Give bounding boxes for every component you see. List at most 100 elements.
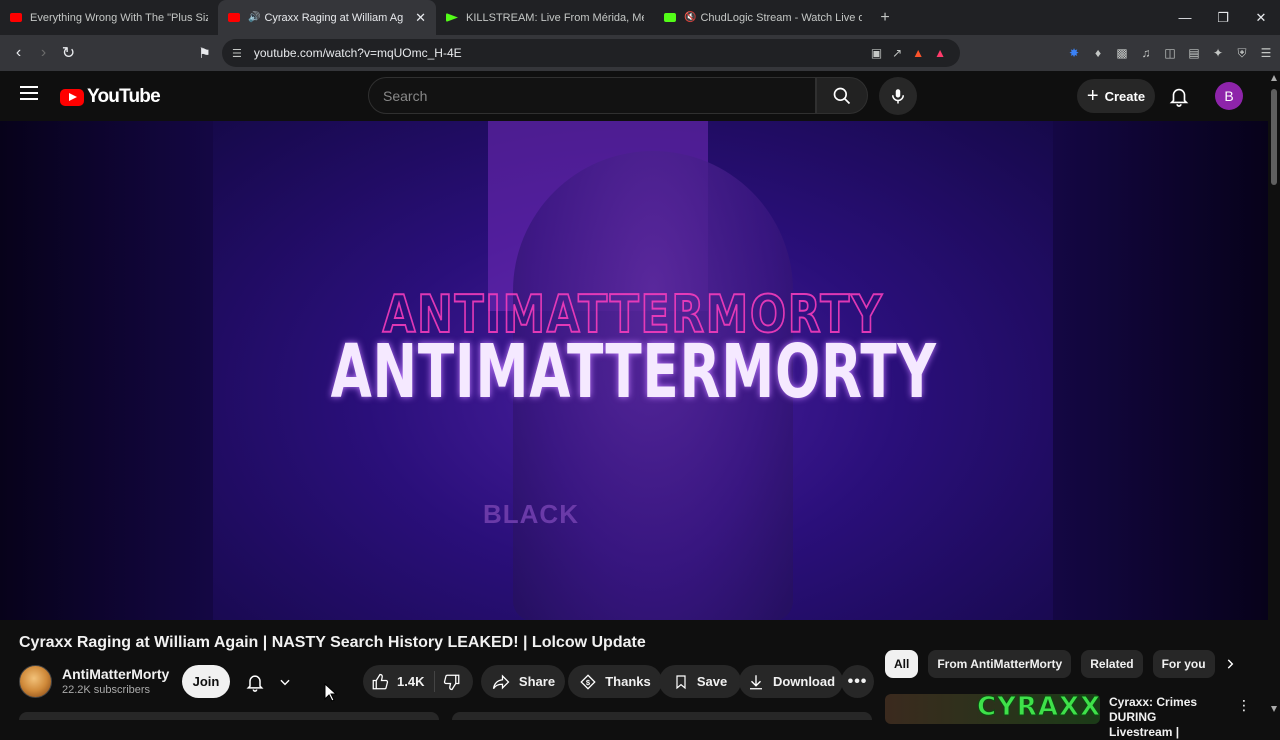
youtube-favicon-icon bbox=[228, 13, 240, 22]
search-button[interactable] bbox=[816, 77, 868, 114]
chip-for-you[interactable]: For you bbox=[1152, 650, 1215, 678]
forward-icon[interactable]: › bbox=[31, 44, 56, 62]
kick-favicon-icon bbox=[664, 13, 676, 22]
tab-title: Cyraxx Raging at William Ag bbox=[264, 11, 404, 24]
youtube-header: YouTube + Create B bbox=[0, 71, 1280, 121]
extensions-icon[interactable]: ♦ bbox=[1090, 46, 1106, 60]
vpn-shield-icon[interactable]: ⛨ bbox=[1234, 46, 1250, 61]
page-scrollbar[interactable] bbox=[1268, 71, 1280, 720]
guide-menu-icon[interactable] bbox=[20, 86, 38, 100]
video-frame[interactable]: ANTIMATTERMORTY ANTIMATTERMORTY BLACK bbox=[213, 121, 1053, 620]
notifications-button[interactable] bbox=[1168, 84, 1190, 113]
chevron-down-icon bbox=[279, 679, 290, 685]
join-button[interactable]: Join bbox=[182, 665, 230, 698]
close-window-icon[interactable]: ✕ bbox=[1242, 10, 1280, 26]
leo-icon[interactable]: ✦ bbox=[1210, 46, 1226, 60]
youtube-favicon-icon bbox=[10, 13, 22, 22]
minimize-icon[interactable]: — bbox=[1166, 10, 1204, 25]
more-horizontal-icon: ••• bbox=[847, 672, 868, 690]
bookmark-icon[interactable]: ⚑ bbox=[192, 45, 217, 62]
search-input[interactable] bbox=[369, 78, 815, 113]
browser-tab-3[interactable]: KILLSTREAM: Live From Mérida, Mex bbox=[436, 0, 654, 35]
subscription-notifications-button[interactable] bbox=[238, 665, 298, 698]
description-box-edge bbox=[19, 712, 439, 720]
tab-title: ChudLogic Stream - Watch Live o bbox=[700, 11, 862, 24]
scrollbar-thumb[interactable] bbox=[1271, 89, 1277, 185]
bookmark-icon bbox=[676, 674, 686, 689]
save-button[interactable]: Save bbox=[659, 665, 741, 698]
menu-icon[interactable]: ☰ bbox=[1258, 46, 1274, 60]
reload-icon[interactable]: ↻ bbox=[56, 43, 81, 63]
muted-speaker-icon[interactable]: 🔇 bbox=[684, 12, 696, 23]
search-box[interactable] bbox=[368, 77, 816, 114]
address-bar[interactable]: ☰ youtube.com/watch?v=mqUOmc_H-4E ▣ ↗ ▲ … bbox=[222, 39, 960, 67]
scroll-down-icon[interactable] bbox=[1271, 706, 1277, 712]
search-icon bbox=[833, 87, 851, 104]
player-letterbox-right bbox=[1053, 121, 1268, 620]
thanks-label: Thanks bbox=[605, 674, 651, 689]
chevron-right-icon bbox=[1227, 659, 1234, 669]
site-info-icon[interactable]: ☰ bbox=[232, 47, 242, 60]
like-count: 1.4K bbox=[397, 674, 425, 689]
brand-text: ANTIMATTERMORTY bbox=[330, 329, 937, 415]
youtube-play-icon bbox=[60, 88, 84, 106]
media-icon[interactable]: ♫ bbox=[1138, 46, 1154, 60]
save-label: Save bbox=[696, 674, 728, 689]
recommended-title[interactable]: Cyraxx: Crimes DURING Livestream | bbox=[1109, 695, 1219, 740]
more-actions-button[interactable]: ••• bbox=[841, 665, 874, 698]
chip-related[interactable]: Related bbox=[1081, 650, 1143, 678]
chips-next-button[interactable] bbox=[1218, 652, 1242, 676]
comments-box-edge bbox=[452, 712, 872, 720]
download-icon bbox=[749, 674, 762, 689]
browser-tab-4[interactable]: 🔇 ChudLogic Stream - Watch Live o bbox=[654, 0, 872, 35]
cast-icon[interactable]: ▣ bbox=[871, 46, 882, 60]
video-title: Cyraxx Raging at William Again | NASTY S… bbox=[19, 634, 646, 651]
create-button[interactable]: + Create bbox=[1077, 79, 1155, 113]
omnibox-actions: ▣ ↗ ▲ ▲ bbox=[871, 46, 946, 60]
speaker-icon[interactable]: 🔊 bbox=[248, 12, 260, 23]
maximize-icon[interactable]: ❐ bbox=[1204, 10, 1242, 26]
thanks-button[interactable]: $ Thanks bbox=[568, 665, 662, 698]
thumbs-up-icon bbox=[372, 673, 389, 689]
player-letterbox-left bbox=[0, 121, 213, 620]
browser-tab-2-active[interactable]: 🔊 Cyraxx Raging at William Ag ✕ bbox=[218, 0, 436, 35]
channel-name[interactable]: AntiMatterMorty bbox=[62, 666, 169, 682]
vpn-icon[interactable]: ✸ bbox=[1066, 46, 1082, 60]
extensions-bar: ✸ ♦ ▩ ♫ ◫ ▤ ✦ ⛨ ☰ bbox=[1066, 35, 1274, 71]
youtube-logo[interactable]: YouTube bbox=[60, 86, 161, 108]
voice-search-button[interactable] bbox=[879, 77, 917, 115]
shirt-text: BLACK bbox=[483, 499, 579, 529]
download-button[interactable]: Download bbox=[739, 665, 843, 698]
tab-title: KILLSTREAM: Live From Mérida, Mex bbox=[466, 11, 644, 24]
more-vertical-icon[interactable]: ⋮ bbox=[1237, 697, 1251, 714]
rewards-icon[interactable]: ▲ bbox=[934, 46, 946, 60]
wallet-icon[interactable]: ▤ bbox=[1186, 46, 1202, 60]
share-button[interactable]: Share bbox=[481, 665, 565, 698]
scroll-up-icon[interactable] bbox=[1271, 75, 1277, 81]
account-avatar[interactable]: B bbox=[1215, 82, 1243, 110]
chip-from-channel[interactable]: From AntiMatterMorty bbox=[928, 650, 1072, 678]
video-player[interactable]: ANTIMATTERMORTY ANTIMATTERMORTY BLACK bbox=[0, 121, 1268, 620]
logo-text: YouTube bbox=[87, 86, 161, 107]
chip-all[interactable]: All bbox=[885, 650, 919, 678]
new-tab-button[interactable]: + bbox=[872, 9, 898, 27]
address-url: youtube.com/watch?v=mqUOmc_H-4E bbox=[253, 46, 462, 60]
browser-tab-1[interactable]: Everything Wrong With The "Plus Siz bbox=[0, 0, 218, 35]
create-label: Create bbox=[1104, 88, 1146, 104]
tab-title: Everything Wrong With The "Plus Siz bbox=[30, 11, 208, 24]
back-icon[interactable]: ‹ bbox=[6, 44, 31, 62]
like-button[interactable]: 1.4K bbox=[363, 671, 435, 692]
bell-icon bbox=[246, 674, 263, 692]
brave-shield-icon[interactable]: ▲ bbox=[912, 46, 924, 60]
plus-icon: + bbox=[1086, 85, 1099, 107]
play-favicon-icon bbox=[446, 13, 458, 22]
dislike-button[interactable] bbox=[435, 673, 461, 691]
close-tab-icon[interactable]: ✕ bbox=[415, 10, 426, 26]
screenshot-icon[interactable]: ▩ bbox=[1114, 46, 1130, 60]
share-page-icon[interactable]: ↗ bbox=[892, 46, 902, 60]
download-label: Download bbox=[772, 674, 836, 689]
sidebar-icon[interactable]: ◫ bbox=[1162, 46, 1178, 60]
super-thanks-icon: $ bbox=[580, 673, 596, 690]
channel-avatar[interactable] bbox=[19, 664, 52, 698]
mouse-cursor-icon bbox=[324, 683, 337, 702]
